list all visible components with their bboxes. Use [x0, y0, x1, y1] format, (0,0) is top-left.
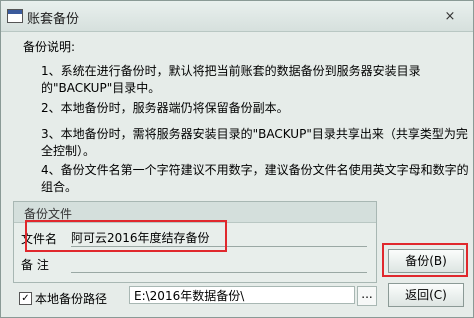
filename-highlight [25, 220, 227, 252]
browse-button[interactable]: ... [357, 286, 377, 306]
remark-input[interactable] [71, 254, 367, 273]
close-button[interactable]: × [439, 9, 461, 25]
description-item-2: 2、本地备份时，服务器端仍将保留备份副本。 [41, 101, 289, 115]
window-icon [7, 9, 23, 23]
description-item-4: 4、备份文件名第一个字符建议不用数字，建议备份文件名使用英文字母和数字的组合。 [41, 163, 469, 194]
return-button[interactable]: 返回(C) [388, 283, 464, 307]
backup-dialog: 账套备份 × 备份说明: 1、系统在进行备份时，默认将把当前账套的数据备份到服务… [0, 0, 474, 318]
description-item-1: 1、系统在进行备份时，默认将把当前账套的数据备份到服务器安装目录的"BACKUP… [41, 64, 421, 95]
local-path-label: 本地备份路径 [35, 292, 108, 306]
window-title: 账套备份 [27, 12, 80, 27]
description-heading: 备份说明: [23, 40, 76, 54]
local-path-checkbox[interactable]: ✓ [19, 292, 32, 305]
local-path-input[interactable] [129, 286, 355, 304]
description-item-3: 3、本地备份时，需将服务器安装目录的"BACKUP"目录共享出来（共享类型为完全… [41, 127, 468, 158]
remark-label: 备 注 [21, 258, 49, 272]
title-bar: 账套备份 × [1, 1, 473, 32]
backup-button-highlight [382, 243, 468, 277]
